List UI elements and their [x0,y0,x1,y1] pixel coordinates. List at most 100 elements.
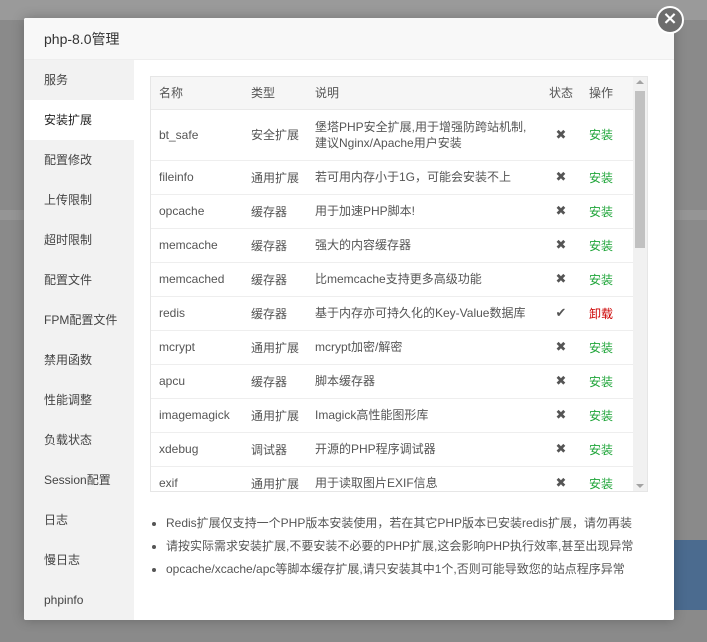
extension-type: 调试器 [243,432,307,467]
not-installed-x-icon: ✖ [541,194,581,229]
extension-name: bt_safe [151,109,243,161]
close-button[interactable]: × [656,6,684,34]
extension-description: 若可用内存小于1G，可能会安装不上 [307,160,541,195]
action-cell: 安装 [581,364,633,399]
extension-name: redis [151,296,243,331]
column-header-name: 名称 [151,77,243,110]
table-row: fileinfo 通用扩展 若可用内存小于1G，可能会安装不上 ✖ 安装 [151,160,633,195]
table-row: imagemagick 通用扩展 Imagick高性能图形库 ✖ 安装 [151,398,633,433]
table-row: memcached 缓存器 比memcache支持更多高级功能 ✖ 安装 [151,262,633,297]
column-header-type: 类型 [243,77,307,110]
extension-description: 脚本缓存器 [307,364,541,399]
description-line: Imagick高性能图形库 [315,408,429,422]
extension-description: 用于加速PHP脚本! [307,194,541,229]
not-installed-x-icon: ✖ [541,262,581,297]
installed-check-icon: ✔ [541,296,581,331]
table-row: memcache 缓存器 强大的内容缓存器 ✖ 安装 [151,228,633,263]
extension-name: exif [151,466,243,491]
php-manager-dialog: php-8.0管理 服务 安装扩展 配置修改 上传限制 超时限制 配置文件 FPM配置文件禁… [24,18,674,620]
not-installed-x-icon: ✖ [541,466,581,491]
description-line: mcrypt加密/解密 [315,340,403,354]
extension-name: memcached [151,262,243,297]
background-chart-fragment [672,540,707,610]
not-installed-x-icon: ✖ [541,330,581,365]
sidebar-item[interactable]: 慢日志 [24,540,134,580]
scroll-down-arrow-icon[interactable] [636,484,644,488]
extension-type: 通用扩展 [243,398,307,433]
sidebar-item[interactable]: 禁用函数 [24,340,134,380]
note-item: Redis扩展仅支持一个PHP版本安装使用，若在其它PHP版本已安装redis扩… [166,512,648,535]
description-line: 若可用内存小于1G，可能会安装不上 [315,170,512,184]
not-installed-x-icon: ✖ [541,432,581,467]
extensions-panel: 名称 类型 说明 状态 操作 bt_safe 安全扩展 堡塔PHP安全扩展,用于增强… [150,76,648,581]
sidebar-item[interactable]: 性能调整 [24,380,134,420]
description-line: 比memcache支持更多高级功能 [315,272,482,286]
install-button[interactable]: 安装 [589,128,613,142]
action-cell: 卸载 [581,296,633,331]
action-cell: 安装 [581,398,633,433]
extension-type: 缓存器 [243,364,307,399]
install-button[interactable]: 安装 [589,341,613,355]
description-line: 开源的PHP程序调试器 [315,442,436,456]
install-button[interactable]: 安装 [589,375,613,389]
scrollbar-thumb[interactable] [635,91,645,248]
extension-name: mcrypt [151,330,243,365]
not-installed-x-icon: ✖ [541,109,581,161]
scroll-up-arrow-icon[interactable] [636,80,644,84]
install-button[interactable]: 安装 [589,409,613,423]
extension-description: 开源的PHP程序调试器 [307,432,541,467]
extension-type: 缓存器 [243,228,307,263]
sidebar-item[interactable]: 安装扩展 [24,100,134,140]
extension-type: 通用扩展 [243,330,307,365]
install-button[interactable]: 安装 [589,171,613,185]
table-scrollbar[interactable] [633,77,647,491]
sidebar-item[interactable]: FPM配置文件 [24,300,134,340]
extension-type: 通用扩展 [243,160,307,195]
extension-type: 安全扩展 [243,109,307,161]
description-line: 堡塔PHP安全扩展,用于增强防跨站机制, [315,119,527,134]
sidebar-item[interactable]: Session配置 [24,460,134,500]
install-button[interactable]: 安装 [589,239,613,253]
sidebar-item[interactable]: 超时限制 [24,220,134,260]
extension-name: fileinfo [151,160,243,195]
sidebar-item[interactable]: 配置修改 [24,140,134,180]
install-button[interactable]: 安装 [589,477,613,491]
notes-list: Redis扩展仅支持一个PHP版本安装使用，若在其它PHP版本已安装redis扩… [150,512,648,581]
not-installed-x-icon: ✖ [541,398,581,433]
table-header-row: 名称 类型 说明 状态 操作 [151,77,633,110]
install-button[interactable]: 安装 [589,273,613,287]
sidebar-item[interactable]: 服务 [24,60,134,100]
extension-type: 缓存器 [243,262,307,297]
action-cell: 安装 [581,228,633,263]
action-cell: 安装 [581,330,633,365]
column-header-status: 状态 [541,77,581,110]
extensions-table-container[interactable]: 名称 类型 说明 状态 操作 bt_safe 安全扩展 堡塔PHP安全扩展,用于增强… [150,76,648,492]
not-installed-x-icon: ✖ [541,228,581,263]
sidebar-item[interactable]: phpinfo [24,580,134,620]
extension-description: 用于读取图片EXIF信息 [307,466,541,491]
column-header-description: 说明 [307,77,541,110]
extension-description: Imagick高性能图形库 [307,398,541,433]
sidebar-item[interactable]: 负载状态 [24,420,134,460]
action-cell: 安装 [581,194,633,229]
extension-description: 基于内存亦可持久化的Key-Value数据库 [307,296,541,331]
table-row: apcu 缓存器 脚本缓存器 ✖ 安装 [151,364,633,399]
not-installed-x-icon: ✖ [541,160,581,195]
sidebar-item[interactable]: 日志 [24,500,134,540]
extension-name: xdebug [151,432,243,467]
table-row: mcrypt 通用扩展 mcrypt加密/解密 ✖ 安装 [151,330,633,365]
table-row: xdebug 调试器 开源的PHP程序调试器 ✖ 安装 [151,432,633,467]
uninstall-button[interactable]: 卸载 [589,307,613,321]
sidebar-item[interactable]: 上传限制 [24,180,134,220]
action-cell: 安装 [581,109,633,161]
install-button[interactable]: 安装 [589,205,613,219]
action-cell: 安装 [581,466,633,491]
extension-type: 缓存器 [243,296,307,331]
action-cell: 安装 [581,432,633,467]
install-button[interactable]: 安装 [589,443,613,457]
extensions-table: 名称 类型 说明 状态 操作 bt_safe 安全扩展 堡塔PHP安全扩展,用于增强… [151,77,633,491]
extension-description: 强大的内容缓存器 [307,228,541,263]
action-cell: 安装 [581,262,633,297]
sidebar-item[interactable]: 配置文件 [24,260,134,300]
description-line: 用于读取图片EXIF信息 [315,476,438,490]
